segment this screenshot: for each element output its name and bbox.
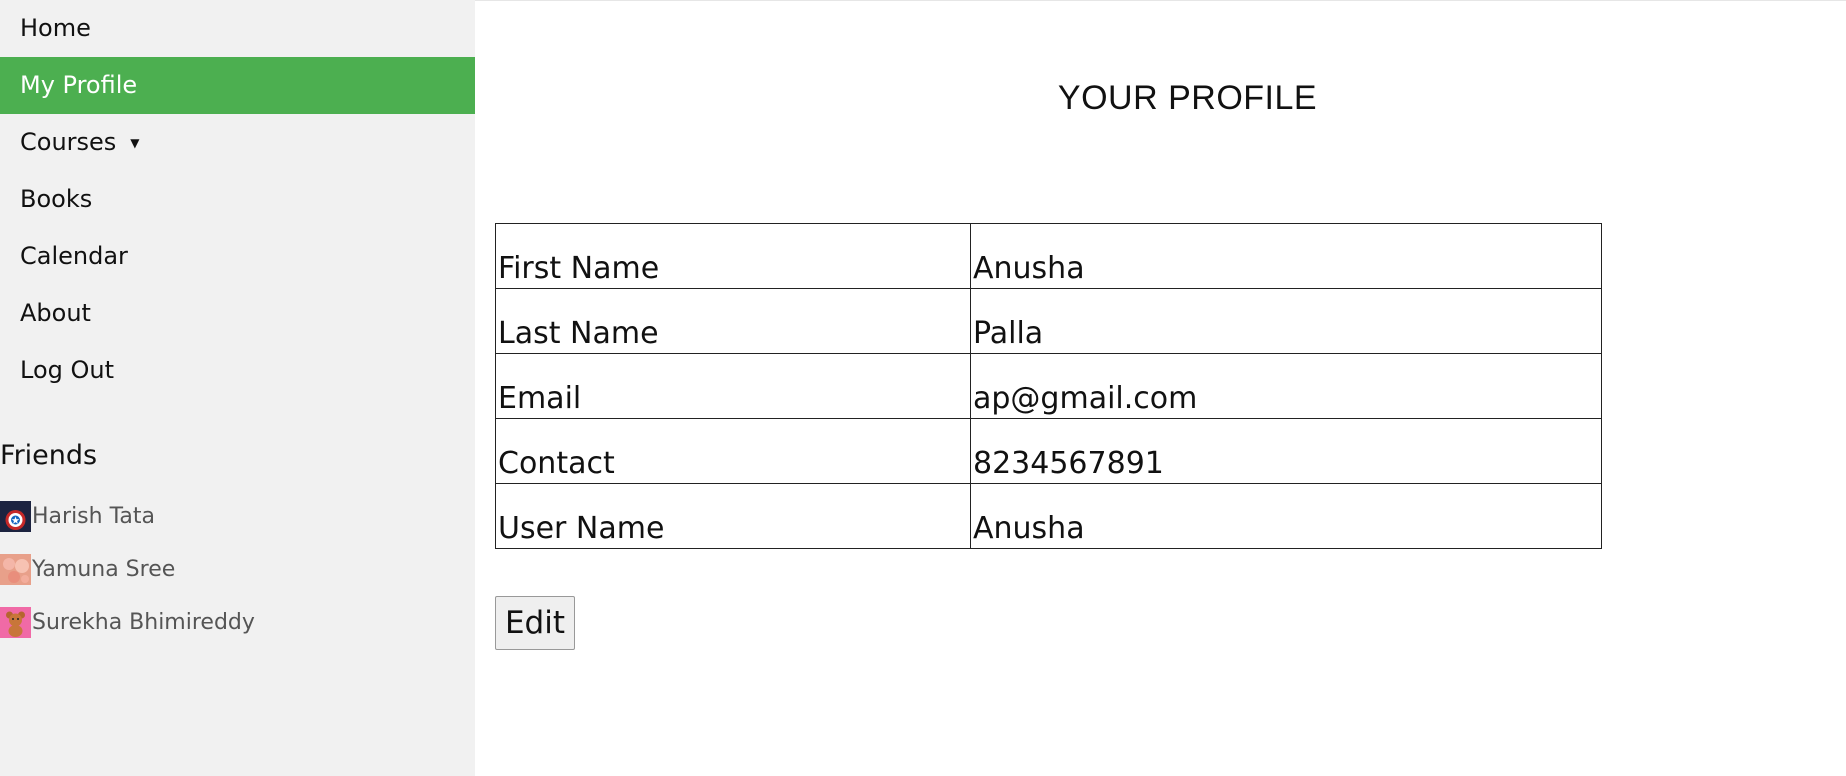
nav-item-label: Calendar bbox=[20, 242, 128, 270]
nav-item-log-out[interactable]: Log Out bbox=[0, 342, 475, 399]
flowers-avatar-icon bbox=[0, 553, 31, 585]
nav-item-label: Courses bbox=[20, 128, 117, 156]
friend-item[interactable]: Yamuna Sree bbox=[0, 553, 175, 585]
field-value: 8234567891 bbox=[970, 418, 1602, 484]
friends-heading: Friends bbox=[0, 440, 98, 471]
nav-item-label: About bbox=[20, 299, 91, 327]
nav-item-courses[interactable]: Courses ▼ bbox=[0, 114, 475, 171]
nav-item-about[interactable]: About bbox=[0, 285, 475, 342]
field-label: Last Name bbox=[495, 288, 971, 354]
nav-item-books[interactable]: Books bbox=[0, 171, 475, 228]
field-value: Palla bbox=[970, 288, 1602, 354]
caret-down-icon: ▼ bbox=[130, 136, 140, 150]
friend-item[interactable]: Harish Tata bbox=[0, 500, 155, 532]
shield-avatar-icon bbox=[0, 500, 31, 532]
field-label: User Name bbox=[495, 483, 971, 549]
nav-item-label: Home bbox=[20, 14, 91, 42]
sidebar: Home My Profile Courses ▼ Books Calendar … bbox=[0, 0, 475, 776]
table-row: User Name Anusha bbox=[495, 483, 1602, 549]
friend-item[interactable]: Surekha Bhimireddy bbox=[0, 606, 255, 638]
profile-table: First Name Anusha Last Name Palla Email … bbox=[495, 223, 1602, 549]
nav-item-home[interactable]: Home bbox=[0, 0, 475, 57]
edit-button[interactable]: Edit bbox=[495, 596, 575, 650]
field-value: Anusha bbox=[970, 483, 1602, 549]
field-label: First Name bbox=[495, 223, 971, 289]
table-row: Last Name Palla bbox=[495, 288, 1602, 354]
page-title: YOUR PROFILE bbox=[1057, 79, 1318, 117]
nav-item-my-profile[interactable]: My Profile bbox=[0, 57, 475, 114]
nav-item-label: My Profile bbox=[20, 71, 138, 99]
teddy-bear-avatar-icon bbox=[0, 606, 31, 638]
table-row: First Name Anusha bbox=[495, 223, 1602, 289]
field-label: Contact bbox=[495, 418, 971, 484]
field-value: Anusha bbox=[970, 223, 1602, 289]
nav-item-label: Books bbox=[20, 185, 93, 213]
friend-name: Surekha Bhimireddy bbox=[32, 609, 255, 635]
friend-name: Yamuna Sree bbox=[32, 556, 176, 582]
main-content: YOUR PROFILE First Name Anusha Last Name… bbox=[475, 0, 1846, 776]
table-row: Email ap@gmail.com bbox=[495, 353, 1602, 419]
nav-item-calendar[interactable]: Calendar bbox=[0, 228, 475, 285]
field-label: Email bbox=[495, 353, 971, 419]
friend-name: Harish Tata bbox=[32, 503, 155, 529]
nav-item-label: Log Out bbox=[20, 356, 115, 384]
field-value: ap@gmail.com bbox=[970, 353, 1602, 419]
table-row: Contact 8234567891 bbox=[495, 418, 1602, 484]
